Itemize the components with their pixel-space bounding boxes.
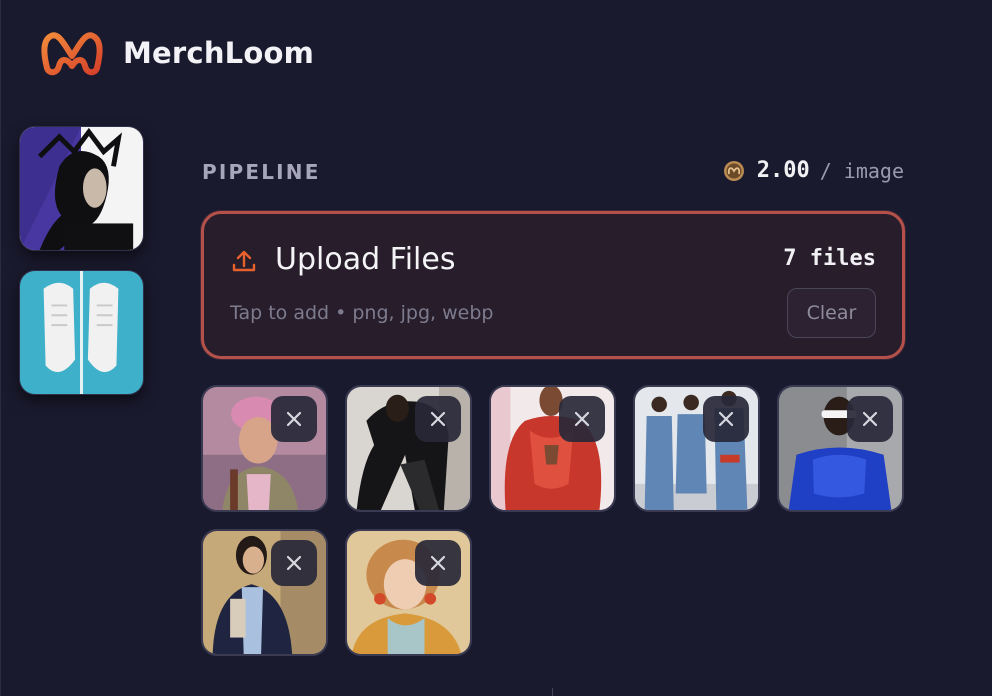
close-icon [862,411,878,427]
scroll-indicator [552,688,553,696]
brand: MerchLoom [39,28,314,78]
remove-file-button[interactable] [415,396,461,442]
upload-hint: Tap to add • png, jpg, webp [230,302,494,324]
remove-file-button[interactable] [271,540,317,586]
upload-icon [232,250,256,272]
close-icon [430,555,446,571]
price-unit: / image [819,158,904,183]
remove-file-button[interactable] [559,396,605,442]
coin-icon [723,160,744,181]
app-name: MerchLoom [123,36,315,70]
remove-file-button[interactable] [703,396,749,442]
remove-file-button[interactable] [271,396,317,442]
close-icon [286,411,302,427]
upload-dropzone[interactable]: Upload Files 7 files Tap to add • png, j… [201,211,905,359]
merchloom-logo-icon [41,32,103,76]
preset-sneakers-icon[interactable] [19,270,144,395]
price-value: 2.00 [756,158,810,183]
app-window: MerchLoom PIPELINE 2.00 / image Upload F… [0,0,992,696]
section-title: PIPELINE [202,160,321,184]
file-thumbnail[interactable] [201,385,328,512]
file-thumbnail[interactable] [633,385,760,512]
file-count: 7 files [783,246,876,271]
close-icon [574,411,590,427]
remove-file-button[interactable] [415,540,461,586]
clear-button[interactable]: Clear [787,288,876,338]
file-thumbnail[interactable] [345,385,472,512]
upload-title: Upload Files [275,242,456,277]
file-thumbnail[interactable] [201,529,328,656]
close-icon [286,555,302,571]
file-thumbnail[interactable] [777,385,904,512]
price-per-image: 2.00 / image [723,158,904,183]
file-thumbnail[interactable] [345,529,472,656]
remove-file-button[interactable] [847,396,893,442]
file-thumbnail[interactable] [489,385,616,512]
preset-portrait-icon[interactable] [19,126,144,251]
close-icon [718,411,734,427]
close-icon [430,411,446,427]
